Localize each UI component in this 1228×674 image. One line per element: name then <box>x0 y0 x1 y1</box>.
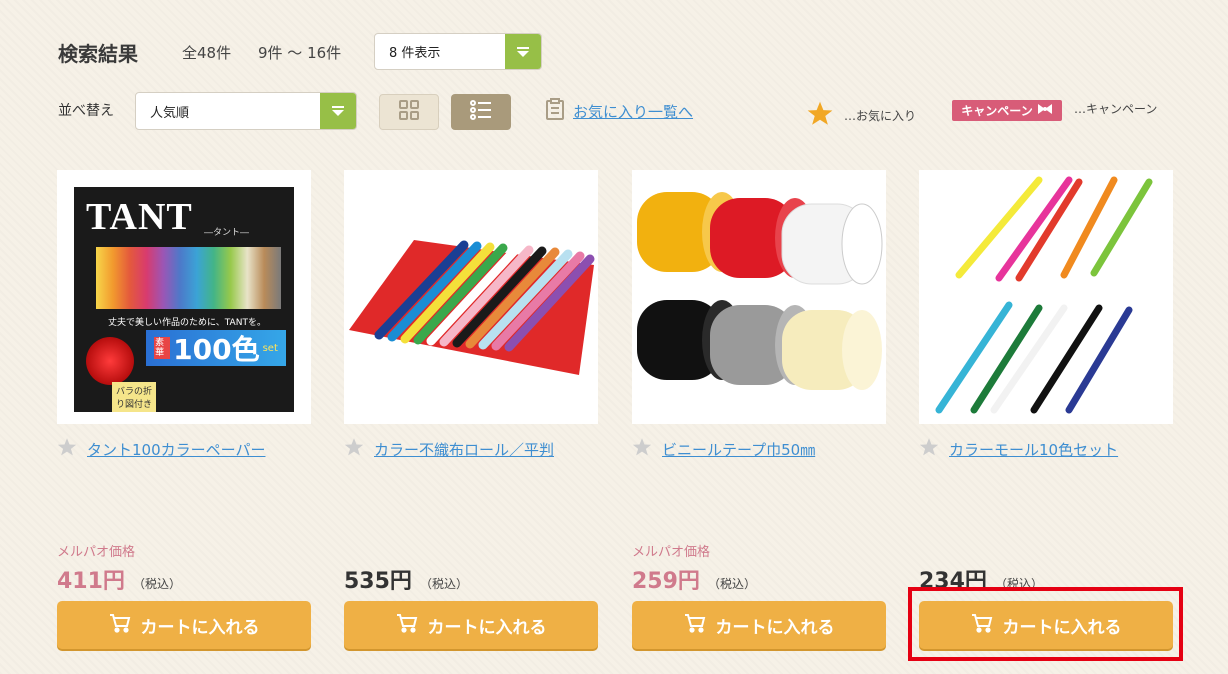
product-link[interactable]: カラー不織布ロール／平判 <box>374 439 554 460</box>
favorites-list-link[interactable]: お気に入り一覧へ <box>545 98 693 124</box>
tant-note: バラの折り図付き <box>112 382 156 412</box>
product-image-tant[interactable]: TANT ―タント― 丈夫で美しい作品のために、TANTを。 素華 100色 s… <box>57 170 311 424</box>
total-count: 全48件 <box>182 44 232 62</box>
star-icon[interactable] <box>919 437 939 461</box>
product-name-tant[interactable]: タント100カラーペーパー <box>57 437 265 461</box>
page-title: 検索結果 <box>58 42 138 66</box>
star-icon[interactable] <box>344 437 364 461</box>
grid-view-button[interactable] <box>379 94 439 130</box>
cart-icon <box>109 613 131 638</box>
price-nonwoven: 535円 （税込） <box>344 563 468 595</box>
price-label-vinyl-tape: メルパオ価格 <box>632 545 711 560</box>
pipe-cleaner-illustration <box>935 176 1153 414</box>
product-image-nonwoven[interactable] <box>344 170 598 424</box>
product-image-vinyl-tape[interactable] <box>632 170 886 424</box>
tax-label: （税込） <box>419 577 468 591</box>
tant-headline: 丈夫で美しい作品のために、TANTを。 <box>108 318 266 328</box>
add-to-cart-button-vinyl-tape[interactable]: カートに入れる <box>632 601 886 649</box>
price-label-tant: メルパオ価格 <box>57 545 136 560</box>
star-icon <box>806 100 834 130</box>
price-value: 411円 <box>57 569 125 594</box>
chevron-down-icon <box>505 34 541 69</box>
nonwoven-roll-illustration <box>349 240 595 375</box>
list-icon <box>469 99 493 125</box>
grid-icon <box>398 99 420 125</box>
cart-button-label: カートに入れる <box>427 617 547 638</box>
chevron-down-icon <box>320 93 356 129</box>
price-tant: 411円 （税込） <box>57 563 181 595</box>
legend-campaign-label: …キャンペーン <box>1074 102 1158 116</box>
result-range: 9件 ～ 16件 <box>258 44 342 62</box>
list-view-button[interactable] <box>451 94 511 130</box>
color-strips <box>96 247 281 309</box>
product-image-color-mall[interactable] <box>919 170 1173 424</box>
add-to-cart-button-nonwoven[interactable]: カートに入れる <box>344 601 598 649</box>
cart-button-label: カートに入れる <box>715 617 835 638</box>
favorites-link-label: お気に入り一覧へ <box>573 102 694 121</box>
legend-favorite-label: …お気に入り <box>844 108 917 123</box>
clipboard-icon <box>545 98 565 124</box>
sort-select[interactable]: 人気順 <box>135 92 357 130</box>
highlight-box <box>908 587 1183 661</box>
cart-icon <box>684 613 706 638</box>
price-vinyl-tape: 259円 （税込） <box>632 563 756 595</box>
tant-package: TANT ―タント― 丈夫で美しい作品のために、TANTを。 素華 100色 s… <box>74 187 294 412</box>
cart-button-label: カートに入れる <box>140 617 260 638</box>
product-link[interactable]: カラーモール10色セット <box>949 439 1118 460</box>
tax-label: （税込） <box>707 577 756 591</box>
campaign-tag: キャンペーン <box>952 100 1062 121</box>
tax-label: （税込） <box>132 577 181 591</box>
ribbon-icon <box>1037 103 1053 118</box>
add-to-cart-button-tant[interactable]: カートに入れる <box>57 601 311 649</box>
per-page-select[interactable]: 8 件表示 <box>374 33 542 70</box>
legend-favorite: …お気に入り <box>806 100 916 130</box>
tant-sub-text: ―タント― <box>204 228 250 238</box>
price-value: 259円 <box>632 569 700 594</box>
product-name-color-mall[interactable]: カラーモール10色セット <box>919 437 1118 461</box>
rose-illustration <box>86 337 134 385</box>
tant-badge: 素華 100色 set <box>146 330 286 366</box>
campaign-tag-label: キャンペーン <box>961 104 1033 118</box>
sort-label: 並べ替え <box>58 103 114 119</box>
tant-brand-text: TANT <box>86 196 193 238</box>
sort-value: 人気順 <box>150 105 190 121</box>
tape-rolls-illustration <box>637 192 883 390</box>
product-name-vinyl-tape[interactable]: ビニールテープ巾50㎜ <box>632 437 815 461</box>
per-page-value: 8 件表示 <box>389 46 441 61</box>
product-link[interactable]: ビニールテープ巾50㎜ <box>662 439 815 460</box>
star-icon[interactable] <box>57 437 77 461</box>
product-link[interactable]: タント100カラーペーパー <box>87 439 265 460</box>
star-icon[interactable] <box>632 437 652 461</box>
cart-icon <box>396 613 418 638</box>
product-name-nonwoven[interactable]: カラー不織布ロール／平判 <box>344 437 554 461</box>
price-value: 535円 <box>344 569 412 594</box>
